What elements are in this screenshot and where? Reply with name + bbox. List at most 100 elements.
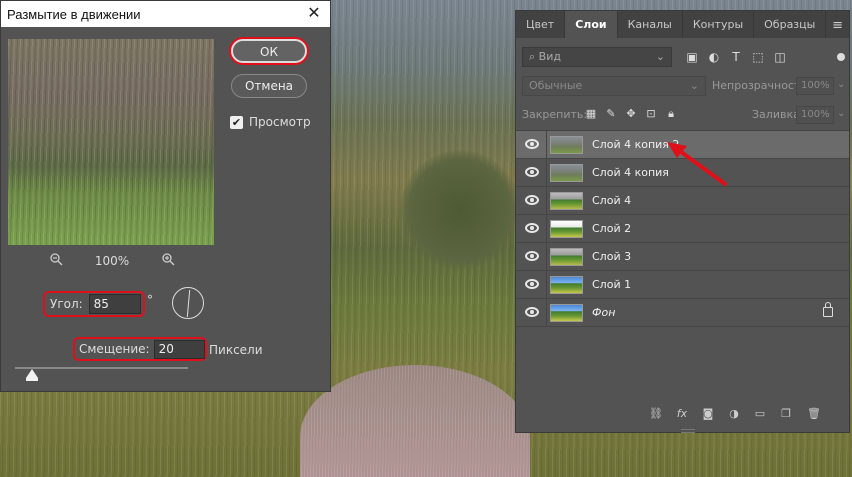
lock-icon[interactable] [823,302,833,317]
angle-input[interactable]: 85 [88,294,141,314]
blend-toolbar: Обычные ⌄ Непрозрачность: 100% ⌄ [516,75,849,97]
layer-thumbnail [550,192,583,210]
preview-toggle[interactable]: ✔ Просмотр [230,115,311,129]
layer-thumbnail [550,248,583,266]
layer-name[interactable]: Слой 4 копия [592,159,669,187]
eye-icon[interactable] [525,251,539,261]
preview-label: Просмотр [249,115,311,129]
filter-toolbar: ⌕ Вид ⌄ ▣ ◐ T ⬚ ◫ [516,45,849,71]
fx-icon[interactable]: fx [674,406,690,422]
annotation-arrow [667,142,727,186]
lock-label: Закрепить: [522,108,588,121]
motion-blur-dialog: Размытие в движении ✕ 100% ОК Отмена ✔ П… [0,0,331,392]
tab-color[interactable]: Цвет [516,11,566,38]
cancel-button[interactable]: Отмена [231,74,307,98]
chevron-down-icon: ⌄ [689,79,699,92]
divider [546,299,547,327]
tab-layers[interactable]: Слои [565,11,618,38]
layer-name[interactable]: Слой 3 [592,243,631,271]
mask-icon[interactable]: ◙ [700,406,716,422]
layer-thumbnail [550,276,583,294]
layer-name[interactable]: Фон [592,299,615,327]
eye-icon[interactable] [525,167,539,177]
divider [546,271,547,299]
smart-object-filter-icon[interactable]: ◫ [772,49,788,65]
shape-filter-icon[interactable]: ⬚ [750,49,766,65]
image-filter-icon[interactable]: ▣ [684,49,700,65]
layer-filter-select[interactable]: ⌕ Вид ⌄ [522,47,672,67]
preview-checkbox[interactable]: ✔ [230,115,243,129]
distance-label: Смещение: [79,342,150,356]
layer-name[interactable]: Слой 1 [592,271,631,299]
tab-swatches[interactable]: Образцы [754,11,827,38]
eye-icon[interactable] [525,279,539,289]
distance-input[interactable]: 20 [153,339,205,359]
chevron-down-icon: ⌄ [655,50,665,63]
divider [546,215,547,243]
lock-toolbar: Закрепить: ▦ ✎ ✥ ⊡ 🔒︎ Заливка: 100% ⌄ [516,104,849,126]
layer-name[interactable]: Слой 2 [592,215,631,243]
resize-grip-icon[interactable] [681,429,695,433]
distance-slider[interactable] [15,367,188,369]
layers-panel: Цвет Слои Каналы Контуры Образцы ≡ ⌕ Вид… [515,10,850,433]
adjustment-layer-icon[interactable]: ◑ [726,406,742,422]
panel-menu-icon[interactable]: ≡ [832,18,843,33]
trash-icon[interactable]: 🗑︎ [806,406,822,422]
layer-thumbnail [550,136,583,154]
text-filter-icon[interactable]: T [728,49,744,65]
zoom-in-icon[interactable] [159,252,177,270]
lock-position-icon[interactable]: ✥ [624,107,638,121]
tab-paths[interactable]: Контуры [683,11,755,38]
divider [546,131,547,159]
filter-toggle-icon[interactable] [837,53,845,61]
zoom-controls: 100% [47,252,177,270]
link-icon[interactable]: ⛓ [648,406,664,422]
distance-unit: Пиксели [209,343,263,357]
layer-name[interactable]: Слой 4 [592,187,631,215]
degree-symbol: ° [147,293,153,307]
opacity-input[interactable]: 100% [796,77,834,95]
chevron-down-icon[interactable]: ⌄ [837,108,845,119]
photo-path [300,365,530,477]
angle-dial-hand[interactable] [186,290,191,317]
lock-artboard-icon[interactable]: ⊡ [644,107,658,121]
eye-icon[interactable] [525,139,539,149]
lock-brush-icon[interactable]: ✎ [604,107,618,121]
close-icon[interactable]: ✕ [306,4,322,22]
blur-preview[interactable] [8,39,214,245]
adjustment-filter-icon[interactable]: ◐ [706,49,722,65]
lock-all-icon[interactable]: 🔒︎ [664,107,678,121]
layer-row[interactable]: Слой 2 [516,215,849,243]
tab-channels[interactable]: Каналы [618,11,683,38]
layers-bottom-toolbar: ⛓ fx ◙ ◑ ▭ ❐ 🗑︎ [516,401,849,427]
zoom-out-icon[interactable] [47,252,65,270]
blend-mode-select[interactable]: Обычные ⌄ [522,76,706,96]
new-layer-icon[interactable]: ❐ [778,406,794,422]
fill-input[interactable]: 100% [796,106,834,124]
ok-button[interactable]: ОК [231,39,307,63]
photo-bush [400,150,520,270]
angle-dial[interactable] [172,287,204,319]
chevron-down-icon[interactable]: ⌄ [837,79,845,90]
divider [546,187,547,215]
angle-label: Угол: [50,297,83,311]
folder-icon[interactable]: ▭ [752,406,768,422]
divider [546,243,547,271]
layer-row[interactable]: Фон [516,299,849,327]
blend-mode-value: Обычные [529,79,583,92]
layer-row[interactable]: Слой 3 [516,243,849,271]
eye-icon[interactable] [525,223,539,233]
eye-icon[interactable] [525,195,539,205]
layer-thumbnail [550,164,583,182]
layer-row[interactable]: Слой 4 [516,187,849,215]
layer-row[interactable]: Слой 1 [516,271,849,299]
divider [546,159,547,187]
panel-tabs: Цвет Слои Каналы Контуры Образцы ≡ [516,11,849,38]
distance-slider-handle-base[interactable] [26,378,38,381]
distance-slider-handle[interactable] [26,369,38,378]
layer-thumbnail [550,220,583,238]
eye-icon[interactable] [525,307,539,317]
distance-field-group: Смещение: 20 [73,337,207,361]
angle-field-group: Угол: 85 [43,291,145,317]
lock-transparent-icon[interactable]: ▦ [584,107,598,121]
